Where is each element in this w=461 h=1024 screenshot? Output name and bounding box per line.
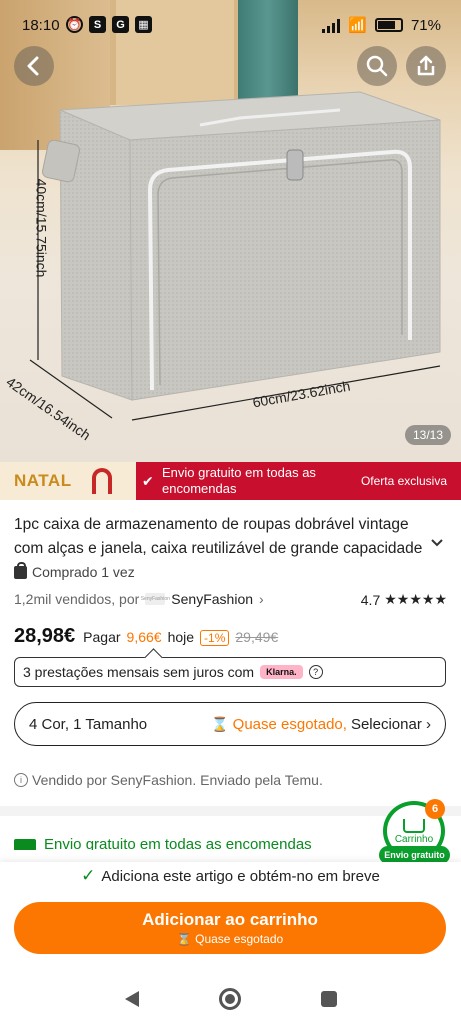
add-to-cart-stock: Quase esgotado	[195, 932, 284, 946]
search-icon	[366, 55, 388, 77]
shop-name[interactable]: SenyFashion	[171, 591, 253, 607]
rating[interactable]: 4.7 ★★★★★	[361, 591, 447, 608]
chevron-left-icon	[27, 56, 39, 76]
status-right: 📶 71%	[322, 16, 441, 34]
nav-back-icon[interactable]	[124, 991, 139, 1007]
promo-message: Envio gratuito em todas as encomendas	[162, 465, 316, 496]
sold-by-text: Vendido por SenyFashion. Enviado pela Te…	[32, 772, 323, 788]
stock-text: Quase esgotado,	[232, 715, 347, 733]
info-icon: i	[14, 773, 28, 787]
sold-count: 1,2mil vendidos, por	[14, 591, 140, 607]
pay-value: 9,66€	[126, 629, 162, 645]
alarm-icon: ⏰	[66, 16, 83, 33]
variant-selector[interactable]: 4 Cor, 1 Tamanho ⌛ Quase esgotado, Selec…	[14, 702, 446, 746]
storage-box-illustration	[29, 91, 441, 421]
add-to-cart-button[interactable]: Adicionar ao carrinho ⌛ Quase esgotado	[14, 902, 446, 954]
status-time: 18:10	[22, 17, 60, 34]
select-label: Selecionar	[350, 715, 422, 733]
chevron-right-icon: ›	[421, 715, 431, 733]
system-nav-bar	[0, 974, 461, 1024]
pay-when: hoje	[167, 629, 195, 645]
price-row: 28,98€ Pagar 9,66€ hoje -1% 29,49€	[14, 625, 278, 648]
expand-title-chevron-icon[interactable]	[430, 535, 444, 553]
klarna-badge: Klarna.	[260, 665, 303, 679]
product-title: 1pc caixa de armazenamento de roupas dob…	[14, 516, 423, 557]
bought-count: Comprado 1 vez	[14, 561, 135, 580]
natal-badge: NATAL	[0, 462, 136, 500]
add-confirmation: ✓ Adiciona este artigo e obtém-no em bre…	[0, 866, 461, 886]
sold-by: i Vendido por SenyFashion. Enviado pela …	[14, 772, 323, 788]
add-to-cart-label: Adicionar ao carrinho	[142, 910, 318, 929]
cart-icon	[403, 819, 425, 833]
confirm-text: Adiciona este artigo e obtém-no em breve	[101, 867, 380, 885]
klarna-text: 3 prestações mensais sem juros com	[23, 664, 255, 680]
cart-label: Carrinho	[394, 834, 434, 845]
nav-home-icon[interactable]	[218, 988, 241, 1010]
check-icon: ✔	[142, 473, 154, 489]
sold-info[interactable]: 1,2mil vendidos, por SenyFashion SenyFas…	[14, 591, 264, 607]
dimension-height-label: 40cm/15.75inch	[33, 178, 50, 278]
nav-recents-icon[interactable]	[320, 991, 337, 1007]
status-bar: 18:10 ⏰ S G ▦ 📶 71%	[0, 12, 461, 40]
bought-text: Comprado 1 vez	[32, 564, 135, 580]
promo-offer: Oferta exclusiva	[360, 474, 447, 488]
pay-label: Pagar	[83, 629, 121, 645]
shopping-bag-icon	[14, 561, 27, 579]
signal-icon	[322, 18, 341, 33]
stock-warning: ⌛ Quase esgotado,	[211, 716, 347, 733]
add-to-cart-sub: ⌛ Quase esgotado	[177, 932, 283, 946]
shipping-text: Envio gratuito em todas as encomendas	[44, 836, 312, 850]
candy-cane-icon	[92, 468, 112, 494]
rating-stars-icon: ★★★★★	[384, 591, 447, 607]
chevron-right-icon: ›	[259, 591, 264, 607]
image-page-indicator: 13/13	[404, 425, 451, 445]
hourglass-icon: ⌛	[176, 932, 192, 946]
natal-label: NATAL	[14, 471, 72, 490]
promo-message-area: ✔ Envio gratuito em todas as encomendas …	[136, 462, 461, 500]
old-price: 29,49€	[235, 629, 279, 645]
klarna-installments[interactable]: 3 prestações mensais sem juros com Klarn…	[14, 657, 446, 687]
promo-banner[interactable]: NATAL ✔ Envio gratuito em todas as encom…	[0, 462, 461, 500]
status-notification-icons: ⏰ S G ▦	[66, 16, 152, 33]
truck-icon	[14, 839, 36, 850]
variant-label: 4 Cor, 1 Tamanho	[29, 715, 148, 733]
g-app-icon: G	[112, 16, 129, 33]
s-app-icon: S	[89, 16, 106, 33]
discount-badge: -1%	[200, 630, 230, 646]
share-icon	[417, 55, 435, 76]
shipping-row[interactable]: Envio gratuito em todas as encomendas	[14, 836, 374, 850]
check-icon: ✓	[81, 866, 96, 885]
shop-logo: SenyFashion	[141, 593, 170, 605]
cart-count-badge: 6	[425, 799, 445, 819]
price: 28,98€	[14, 625, 76, 647]
wifi-icon: 📶	[348, 17, 367, 34]
help-icon[interactable]: ?	[308, 665, 323, 679]
battery-percent: 71%	[410, 16, 441, 34]
product-image-carousel[interactable]: 18:10 ⏰ S G ▦ 📶 71% 40cm/15.75inch 42cm/…	[0, 0, 461, 462]
storage-box-image: 40cm/15.75inch 42cm/16.54inch 60cm/23.62…	[0, 80, 461, 443]
calendar-icon: ▦	[135, 16, 152, 33]
rating-value: 4.7	[360, 591, 381, 608]
battery-icon	[374, 18, 403, 32]
hourglass-icon: ⌛	[211, 715, 229, 732]
